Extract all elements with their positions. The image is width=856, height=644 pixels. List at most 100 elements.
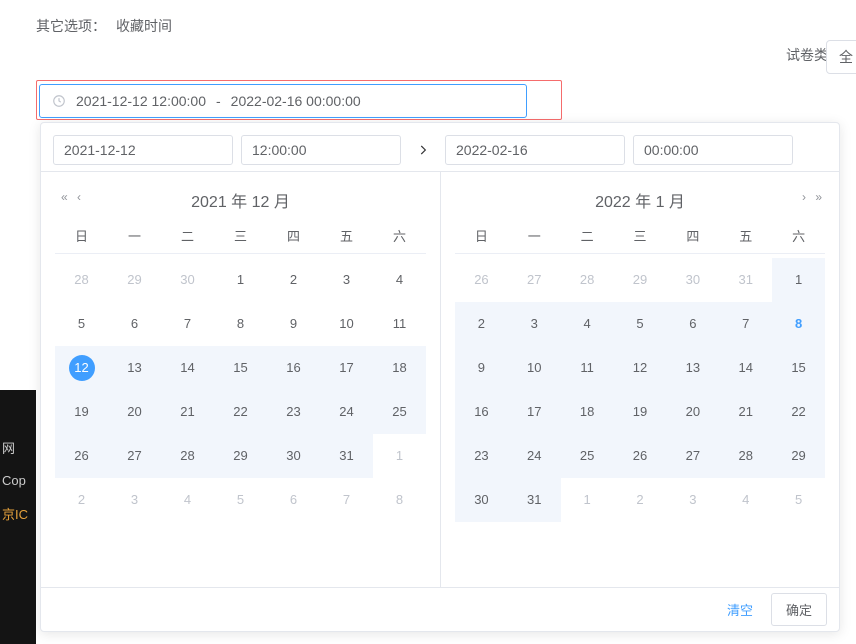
weekday-cell: 六 <box>373 218 426 253</box>
calendar-day[interactable]: 5 <box>614 302 667 346</box>
calendar-day[interactable]: 3 <box>508 302 561 346</box>
start-date-value: 2021-12-12 <box>64 142 136 158</box>
left-calendar-panel: « ‹ 2021 年 12 月 日一二三四五六 2829301234567891… <box>41 172 440 587</box>
calendar-day: 2 <box>55 478 108 522</box>
calendar-day[interactable]: 2 <box>267 258 320 302</box>
calendar-day[interactable]: 20 <box>666 390 719 434</box>
calendar-day[interactable]: 28 <box>161 434 214 478</box>
calendar-day[interactable]: 30 <box>455 478 508 522</box>
calendar-day[interactable]: 20 <box>108 390 161 434</box>
calendar-day[interactable]: 25 <box>561 434 614 478</box>
day-number: 5 <box>228 487 254 513</box>
day-number: 27 <box>521 267 547 293</box>
calendar-day[interactable]: 1 <box>214 258 267 302</box>
calendar-day[interactable]: 9 <box>455 346 508 390</box>
paper-type-select[interactable]: 全 <box>826 40 856 74</box>
calendar-day[interactable]: 29 <box>772 434 825 478</box>
start-time-input[interactable]: 12:00:00 <box>241 135 401 165</box>
calendar-day[interactable]: 19 <box>55 390 108 434</box>
confirm-button[interactable]: 确定 <box>771 593 827 626</box>
calendar-day[interactable]: 24 <box>320 390 373 434</box>
calendar-day[interactable]: 26 <box>614 434 667 478</box>
prev-year-button[interactable]: « <box>61 190 65 204</box>
calendar-day: 6 <box>267 478 320 522</box>
calendar-day[interactable]: 16 <box>455 390 508 434</box>
day-number: 25 <box>574 443 600 469</box>
calendar-day[interactable]: 8 <box>214 302 267 346</box>
calendar-day[interactable]: 12 <box>614 346 667 390</box>
calendar-day[interactable]: 9 <box>267 302 320 346</box>
calendar-day[interactable]: 27 <box>666 434 719 478</box>
calendar-day[interactable]: 23 <box>455 434 508 478</box>
calendar-day[interactable]: 25 <box>373 390 426 434</box>
calendar-day[interactable]: 10 <box>508 346 561 390</box>
calendar-day[interactable]: 15 <box>772 346 825 390</box>
calendar-day[interactable]: 15 <box>214 346 267 390</box>
calendar-day[interactable]: 8 <box>772 302 825 346</box>
calendar-day[interactable]: 31 <box>320 434 373 478</box>
calendar-day[interactable]: 5 <box>55 302 108 346</box>
calendar-day[interactable]: 21 <box>161 390 214 434</box>
weekday-cell: 四 <box>666 218 719 253</box>
calendar-day[interactable]: 6 <box>666 302 719 346</box>
calendar-day[interactable]: 31 <box>508 478 561 522</box>
calendar-day[interactable]: 13 <box>666 346 719 390</box>
calendar-day[interactable]: 18 <box>373 346 426 390</box>
calendar-day[interactable]: 17 <box>320 346 373 390</box>
calendar-day[interactable]: 2 <box>455 302 508 346</box>
calendar-day[interactable]: 24 <box>508 434 561 478</box>
calendar-day[interactable]: 30 <box>267 434 320 478</box>
clock-icon <box>52 94 66 108</box>
next-year-button[interactable]: » <box>815 190 819 204</box>
calendar-day[interactable]: 4 <box>561 302 614 346</box>
weekday-header: 日一二三四五六 <box>55 218 426 254</box>
weekday-cell: 四 <box>267 218 320 253</box>
end-date-input[interactable]: 2022-02-16 <box>445 135 625 165</box>
calendar-day[interactable]: 22 <box>214 390 267 434</box>
other-options-label: 其它选项： <box>36 16 106 36</box>
day-number: 5 <box>627 311 653 337</box>
day-number: 16 <box>468 399 494 425</box>
calendar-day[interactable]: 11 <box>561 346 614 390</box>
day-number: 8 <box>228 311 254 337</box>
calendar-day[interactable]: 12 <box>55 346 108 390</box>
day-number: 4 <box>387 267 413 293</box>
calendar-day[interactable]: 4 <box>373 258 426 302</box>
weekday-cell: 三 <box>214 218 267 253</box>
calendar-day[interactable]: 3 <box>320 258 373 302</box>
next-month-button[interactable]: › <box>802 190 803 204</box>
calendar-day[interactable]: 11 <box>373 302 426 346</box>
end-time-input[interactable]: 00:00:00 <box>633 135 793 165</box>
calendar-day[interactable]: 7 <box>161 302 214 346</box>
calendar-day[interactable]: 21 <box>719 390 772 434</box>
calendar-day[interactable]: 18 <box>561 390 614 434</box>
calendar-day[interactable]: 27 <box>108 434 161 478</box>
calendar-day[interactable]: 29 <box>214 434 267 478</box>
weekday-cell: 五 <box>719 218 772 253</box>
clear-button[interactable]: 清空 <box>719 596 761 623</box>
calendar-day[interactable]: 7 <box>719 302 772 346</box>
range-separator: - <box>216 93 221 109</box>
datetime-range-input[interactable]: 2021-12-12 12:00:00 - 2022-02-16 00:00:0… <box>39 84 527 118</box>
day-number: 5 <box>786 487 812 513</box>
day-number: 6 <box>281 487 307 513</box>
calendar-day[interactable]: 17 <box>508 390 561 434</box>
calendar-day[interactable]: 14 <box>161 346 214 390</box>
start-date-input[interactable]: 2021-12-12 <box>53 135 233 165</box>
prev-month-button[interactable]: ‹ <box>77 190 78 204</box>
calendar-day[interactable]: 14 <box>719 346 772 390</box>
calendar-day: 26 <box>455 258 508 302</box>
day-number: 21 <box>175 399 201 425</box>
calendar-day[interactable]: 19 <box>614 390 667 434</box>
calendar-day[interactable]: 1 <box>772 258 825 302</box>
calendar-day[interactable]: 13 <box>108 346 161 390</box>
day-number: 12 <box>627 355 653 381</box>
calendar-day[interactable]: 16 <box>267 346 320 390</box>
calendar-day[interactable]: 26 <box>55 434 108 478</box>
calendar-day[interactable]: 28 <box>719 434 772 478</box>
calendar-day[interactable]: 23 <box>267 390 320 434</box>
day-number: 9 <box>281 311 307 337</box>
calendar-day[interactable]: 10 <box>320 302 373 346</box>
calendar-day[interactable]: 22 <box>772 390 825 434</box>
calendar-day[interactable]: 6 <box>108 302 161 346</box>
